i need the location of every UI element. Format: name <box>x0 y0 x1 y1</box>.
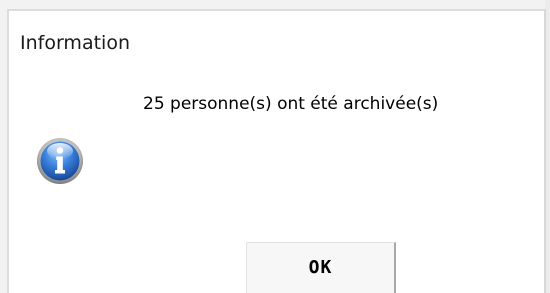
ok-button[interactable]: OK <box>246 242 396 293</box>
dialog-message: 25 personne(s) ont été archivée(s) <box>143 94 439 114</box>
ok-button-label: OK <box>308 257 333 278</box>
window-left-line <box>7 9 9 293</box>
window-top-line <box>8 9 550 11</box>
dialog-title: Information <box>20 32 130 54</box>
information-dialog: Information 25 personne(s) ont été archi… <box>0 0 550 293</box>
window-right-line <box>544 9 546 293</box>
information-icon <box>37 138 83 184</box>
window-top-edge <box>0 0 550 9</box>
